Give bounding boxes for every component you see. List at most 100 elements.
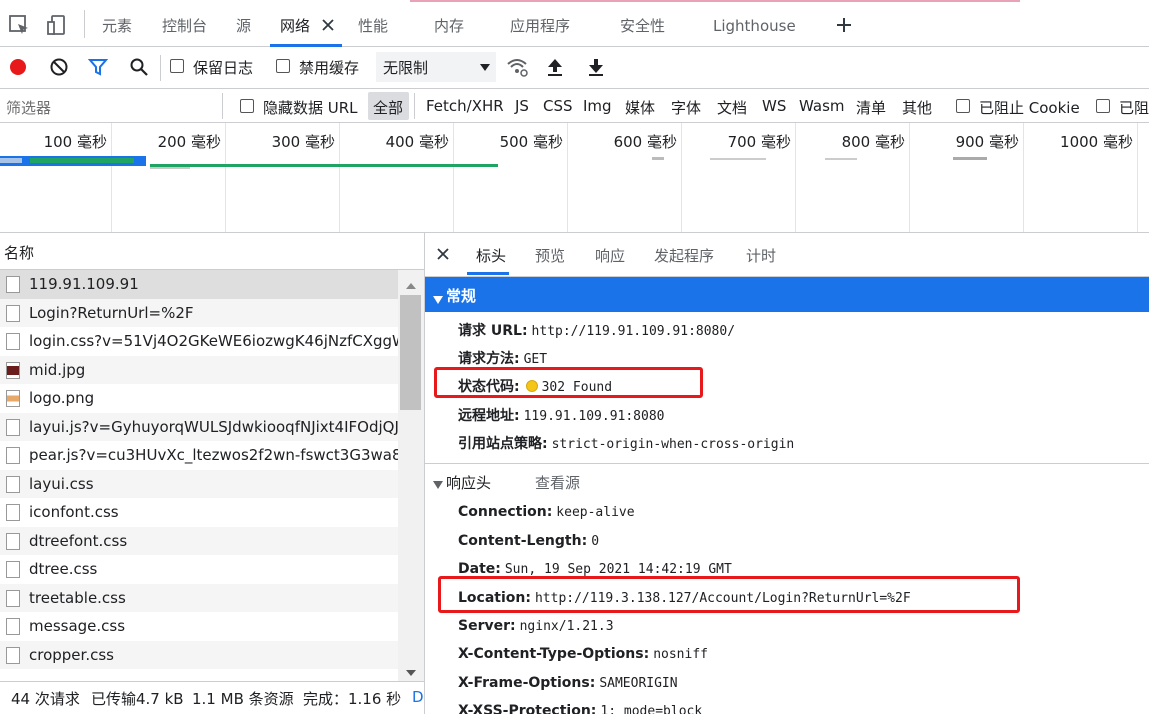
request-row[interactable]: cropper.css [0,640,398,669]
timeline-gridline [567,123,568,232]
scroll-up-icon[interactable] [405,278,417,294]
timeline-bar [710,158,766,160]
tab-headers[interactable]: 标头 [476,245,506,266]
type-filter-fetch-xhr[interactable]: Fetch/XHR [426,97,504,115]
request-name: dtreefont.css [29,531,128,550]
section-divider [425,463,1149,464]
request-name: message.css [29,617,126,635]
type-filter-js[interactable]: JS [515,97,529,115]
type-filter-manifest[interactable]: 清单 [856,97,886,118]
tab-sources[interactable]: 源 [236,14,251,38]
general-section-header[interactable]: 常规 [425,277,1149,312]
type-filter-wasm[interactable]: Wasm [799,97,845,115]
request-row[interactable]: message.css [0,612,398,641]
preserve-log-label: 保留日志 [193,59,254,77]
type-filter-ws[interactable]: WS [762,97,786,115]
response-headers-title[interactable]: 响应头 [446,472,491,493]
filter-icon[interactable] [87,57,109,81]
status-bar: 44 次请求 已传输4.7 kB 1.1 MB 条资源 完成：1.16 秒 D [0,681,425,714]
close-tab-icon[interactable] [321,15,335,39]
general-section-title: 常规 [446,287,477,305]
tab-security[interactable]: 安全性 [620,14,665,38]
header-value: 0 [591,534,600,549]
hide-data-urls-checkbox[interactable] [240,99,254,113]
request-row[interactable]: 119.91.109.91 [0,270,398,299]
network-conditions-icon[interactable] [505,55,529,83]
tab-network[interactable]: 网络 [280,14,310,38]
type-filter-css[interactable]: CSS [543,97,573,115]
scrollbar-thumb[interactable] [400,295,421,410]
document-file-icon [6,333,20,350]
header-value: http://119.91.109.91:8080/ [531,324,736,339]
tab-timing[interactable]: 计时 [746,245,776,266]
timeline-tick: 100 毫秒 [43,133,107,151]
tab-memory[interactable]: 内存 [434,14,464,38]
timeline-gridline [1023,123,1024,232]
import-har-icon[interactable] [545,56,565,82]
divider [414,93,415,119]
document-file-icon [6,276,20,293]
export-har-icon[interactable] [586,56,606,82]
tab-application[interactable]: 应用程序 [510,14,570,38]
blocked-cookies-label: 已阻止 Cookie [979,99,1080,117]
request-row[interactable]: Login?ReturnUrl=%2F [0,298,398,327]
list-scrollbar[interactable] [398,270,424,681]
disable-cache-checkbox[interactable] [276,59,290,73]
type-filter-media[interactable]: 媒体 [625,97,655,118]
blocked-requests-checkbox[interactable] [1096,99,1110,113]
triangle-down-icon [433,477,443,493]
type-filter-font[interactable]: 字体 [671,97,701,118]
request-row[interactable]: layui.css [0,469,398,498]
request-row[interactable]: iconfont.css [0,498,398,527]
request-row[interactable]: dtree.css [0,555,398,584]
type-filter-doc[interactable]: 文档 [717,97,747,118]
request-row[interactable]: dtreefont.css [0,526,398,555]
tab-initiator[interactable]: 发起程序 [654,245,714,266]
tab-lighthouse[interactable]: Lighthouse [713,14,796,38]
timeline-tick: 700 毫秒 [727,133,791,151]
view-source-link[interactable]: 查看源 [535,472,580,493]
dom-content-loaded: D [412,688,424,706]
request-row[interactable]: layui.js?v=GyhuyorqWULSJdwkiooqfNJixt4IF… [0,412,398,441]
record-icon[interactable] [8,57,28,81]
blocked-cookies-checkbox[interactable] [956,99,970,113]
type-filter-other[interactable]: 其他 [902,97,932,118]
header-value: SAMEORIGIN [599,676,678,691]
request-row[interactable]: treetable.css [0,583,398,612]
scroll-down-icon[interactable] [405,665,417,681]
tab-console[interactable]: 控制台 [162,14,207,38]
search-icon[interactable] [129,57,149,81]
device-toolbar-icon[interactable] [46,14,68,40]
add-tab-icon[interactable] [835,15,853,39]
throttling-value: 无限制 [383,59,429,77]
general-remote-address: 远程地址: 119.91.109.91:8080 [458,405,665,425]
document-file-icon [6,646,20,664]
request-row[interactable]: mid.jpg [0,355,398,384]
inspect-element-icon[interactable] [8,14,30,40]
filter-input[interactable]: 筛选器 [6,97,51,118]
tab-preview[interactable]: 预览 [535,245,565,266]
network-toolbar: 保留日志 禁用缓存 无限制 [0,47,1149,89]
request-row[interactable]: logo.png [0,384,398,413]
request-row[interactable]: pear.js?v=cu3HUvXc_ltezwos2f2wn-fswct3G3… [0,441,398,470]
timeline-overview[interactable]: 100 毫秒 200 毫秒 300 毫秒 400 毫秒 500 毫秒 600 毫… [0,123,1149,233]
tab-performance[interactable]: 性能 [358,14,388,38]
close-detail-icon[interactable] [436,247,450,265]
highlight-box-status [434,367,703,398]
detail-tab-bar: 标头 预览 响应 发起程序 计时 [425,233,1149,277]
tab-response[interactable]: 响应 [595,245,625,266]
timeline-gridline [1137,123,1138,232]
clear-icon[interactable] [49,57,69,81]
throttling-select[interactable]: 无限制 [376,52,496,82]
type-filter-all[interactable]: 全部 [373,97,403,118]
general-referrer-policy: 引用站点策略: strict-origin-when-cross-origin [458,433,794,453]
header-value: nginx/1.21.3 [519,619,614,634]
header-key: X-Content-Type-Options: [458,646,650,662]
document-file-icon [6,561,20,578]
preserve-log-checkbox[interactable] [170,59,184,73]
timeline-bar [825,158,857,160]
tab-elements[interactable]: 元素 [102,14,132,38]
type-filter-img[interactable]: Img [583,97,612,115]
column-header-name[interactable]: 名称 [0,233,424,270]
request-row[interactable]: login.css?v=51Vj4O2GKeWE6iozwgK46jNzfCXg… [0,327,398,356]
